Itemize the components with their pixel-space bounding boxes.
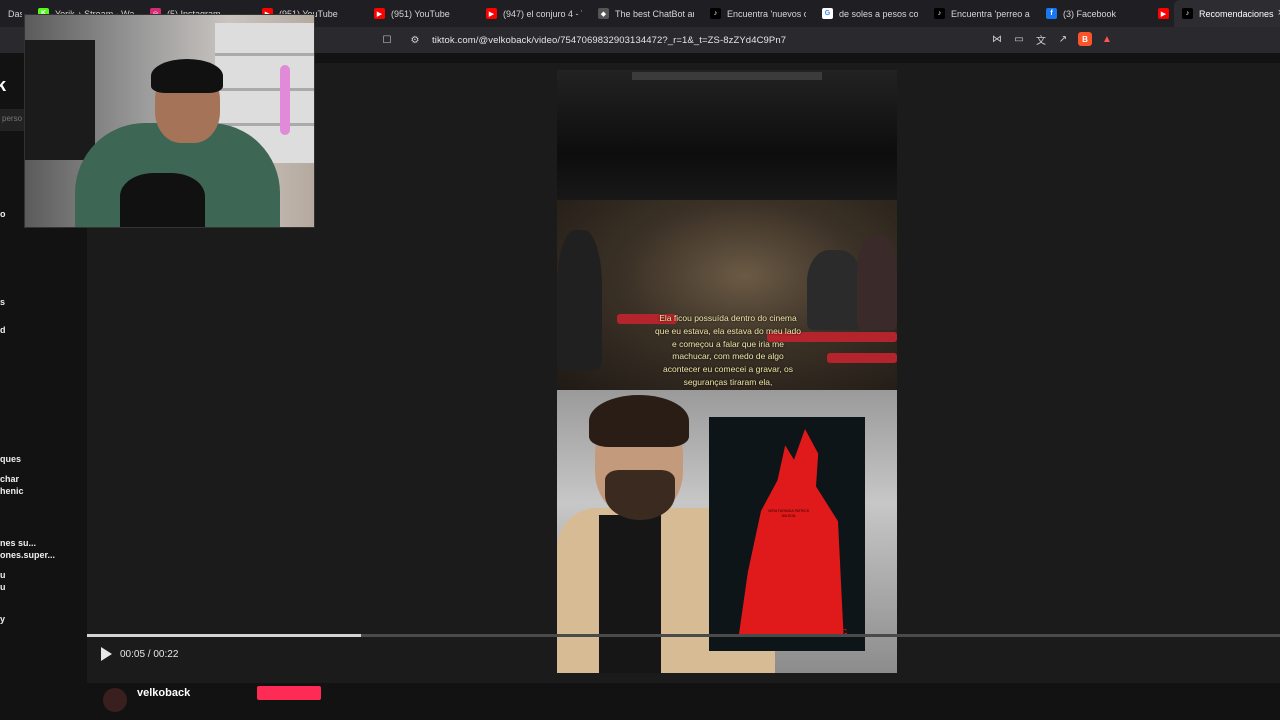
bookmark-icon[interactable]: ☐ bbox=[380, 33, 394, 47]
screen: DaslKYerik ♪ Stream - Watc◎(5) Instagram… bbox=[0, 0, 1280, 720]
tab-title: (951) YouTube bbox=[391, 8, 450, 19]
sidebar-item[interactable]: u bbox=[0, 582, 6, 593]
video-frame[interactable]: Ela ficou possuída dentro do cinema que … bbox=[557, 70, 897, 673]
cinema-screen bbox=[632, 72, 822, 80]
play-icon[interactable] bbox=[101, 647, 112, 661]
sidebar-item[interactable]: o bbox=[0, 209, 6, 220]
webcam-light bbox=[280, 65, 290, 135]
presenter-beard bbox=[605, 470, 675, 520]
tab[interactable]: ▶ bbox=[1150, 0, 1174, 27]
streamer-chair bbox=[120, 173, 205, 227]
video-caption: Ela ficou possuída dentro do cinema que … bbox=[654, 313, 802, 387]
streamer-hair bbox=[151, 59, 223, 93]
sidebar-item[interactable]: d bbox=[0, 325, 6, 336]
poster-red-figure bbox=[739, 429, 844, 634]
author-username[interactable]: velkoback bbox=[137, 687, 190, 699]
presenter-hair bbox=[589, 395, 689, 447]
author-row: velkoback bbox=[87, 683, 1280, 720]
translate-icon[interactable]: 文 bbox=[1034, 32, 1048, 47]
tab[interactable]: f (3) Facebook bbox=[1038, 0, 1150, 27]
presenter-segment: VERA FARMIGA PATRICK WILSON THE CONJURIN… bbox=[557, 390, 897, 673]
tab-title: The best ChatBot and bbox=[615, 8, 694, 19]
brave-shield-icon[interactable]: B bbox=[1078, 32, 1092, 46]
seat-row bbox=[827, 353, 897, 363]
cinema-ceiling bbox=[557, 70, 897, 210]
sidebar-item[interactable]: char bbox=[0, 474, 19, 485]
share-icon[interactable]: ↗ bbox=[1056, 32, 1070, 46]
cast-icon[interactable]: ▭ bbox=[1012, 32, 1026, 46]
webcam-monitor bbox=[25, 40, 95, 160]
time-display: 00:05 / 00:22 bbox=[120, 648, 179, 660]
progress-bar[interactable] bbox=[87, 634, 1280, 637]
tab-favicon-icon: ♪ bbox=[934, 8, 945, 19]
person-silhouette bbox=[807, 250, 862, 330]
tab-favicon-icon: G bbox=[822, 8, 833, 19]
tab-title: (3) Facebook bbox=[1063, 8, 1117, 19]
tab-title: Recomendaciones bbox=[1199, 8, 1274, 19]
tab-title: Encuentra 'nuevos car bbox=[727, 8, 806, 19]
tab[interactable]: ▶ (947) el conjuro 4 - Yo bbox=[478, 0, 590, 27]
sidebar-item[interactable]: nes su... bbox=[0, 538, 36, 549]
presenter-shirt bbox=[599, 515, 661, 673]
tab-favicon-icon: ◆ bbox=[598, 8, 609, 19]
mute-icon[interactable]: ⋈ bbox=[990, 32, 1004, 46]
tab-favicon-icon: ♪ bbox=[710, 8, 721, 19]
sidebar-item[interactable]: s bbox=[0, 297, 5, 308]
tab-title: Encuentra 'perreo al a bbox=[951, 8, 1030, 19]
tab-title: de soles a pesos colon bbox=[839, 8, 918, 19]
url-text[interactable]: tiktok.com/@velkoback/video/754706983290… bbox=[432, 35, 786, 46]
sidebar-item[interactable]: henic bbox=[0, 486, 24, 497]
sidebar-item[interactable]: ones.super... bbox=[0, 550, 55, 561]
progress-fill bbox=[87, 634, 362, 637]
poster-credits: VERA FARMIGA PATRICK WILSON bbox=[767, 509, 810, 518]
tab-title: Dasl bbox=[8, 8, 22, 19]
movie-poster: VERA FARMIGA PATRICK WILSON THE CONJURIN… bbox=[709, 417, 865, 651]
person-silhouette bbox=[857, 235, 897, 330]
tab-title: (947) el conjuro 4 - Yo bbox=[503, 8, 582, 19]
tab-favicon-icon: ▶ bbox=[1158, 8, 1169, 19]
tab-favicon-icon: ▶ bbox=[486, 8, 497, 19]
tab[interactable]: ♪ Encuentra 'perreo al a bbox=[926, 0, 1038, 27]
follow-button[interactable] bbox=[257, 686, 321, 700]
tab[interactable]: ◆ The best ChatBot and bbox=[590, 0, 702, 27]
sidebar-item[interactable]: y bbox=[0, 614, 5, 625]
sidebar-item[interactable]: ques bbox=[0, 454, 21, 465]
tab-favicon-icon: ▶ bbox=[374, 8, 385, 19]
tab[interactable]: ♪ Encuentra 'nuevos car bbox=[702, 0, 814, 27]
rewards-icon[interactable]: ▲ bbox=[1100, 32, 1114, 46]
sidebar-item[interactable]: u bbox=[0, 570, 6, 581]
person-silhouette bbox=[557, 230, 602, 370]
tab[interactable]: ▶ (951) YouTube bbox=[366, 0, 478, 27]
tab-favicon-icon: ♪ bbox=[1182, 8, 1193, 19]
player-controls: 00:05 / 00:22 bbox=[101, 647, 178, 661]
webcam-overlay bbox=[24, 14, 315, 228]
tab-favicon-icon: f bbox=[1046, 8, 1057, 19]
site-info-icon[interactable]: ⚙ bbox=[408, 33, 422, 47]
tab[interactable]: ♪Recomendaciones× bbox=[1174, 0, 1280, 27]
avatar[interactable] bbox=[103, 688, 127, 712]
toolbar-icons: ⋈ ▭ 文 ↗ B ▲ bbox=[990, 32, 1114, 47]
tiktok-logo[interactable]: k bbox=[0, 75, 6, 96]
tab[interactable]: Gde soles a pesos colon bbox=[814, 0, 926, 27]
